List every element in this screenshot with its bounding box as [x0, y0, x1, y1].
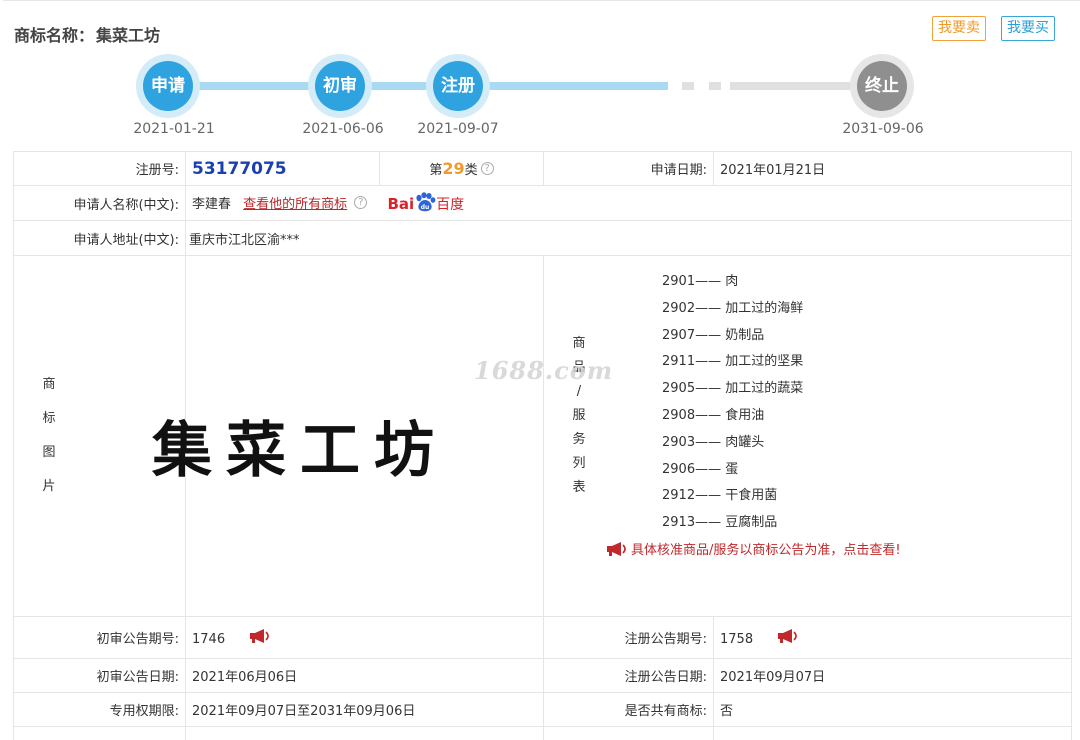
- timeline-node-end: 终止: [850, 54, 914, 118]
- reg-no-cell: 53177075: [185, 151, 380, 186]
- image-label: 商标图片: [42, 377, 56, 494]
- trademark-image: 集菜工坊: [152, 416, 448, 486]
- timeline-node-apply: 申请: [136, 54, 200, 118]
- apply-date-label: 申请日期:: [543, 151, 714, 186]
- table-row: 申请人地址(中文): 重庆市江北区渝***: [13, 220, 1072, 256]
- megaphone-icon[interactable]: [249, 628, 271, 643]
- sell-button[interactable]: 我要卖: [932, 16, 986, 41]
- view-all-trademarks-link[interactable]: 查看他的所有商标: [243, 197, 347, 212]
- prelim-no-cell: 1746: [185, 616, 544, 659]
- timeline-progress-track: [168, 82, 668, 90]
- timeline-date-prelim: 2021-06-06: [302, 121, 384, 137]
- svg-text:du: du: [421, 204, 430, 211]
- term-label: 专用权期限:: [13, 692, 186, 727]
- page-top-border: [3, 0, 1080, 1]
- table-cell: [185, 726, 544, 740]
- table-row: 商标图片 集菜工坊 商品 / 服务列表 2901—— 肉 2902—— 加工过的海鲜…: [13, 255, 1072, 617]
- reg-pub-no-value: 1758: [720, 631, 754, 647]
- timeline-node-register: 注册: [426, 54, 490, 118]
- timeline-date-end: 2031-09-06: [842, 121, 924, 137]
- list-item: 2905—— 加工过的蔬菜: [662, 381, 804, 397]
- table-row: [13, 726, 1072, 740]
- class-number: 29: [442, 159, 465, 178]
- goods-label: 商品 / 服务列表: [572, 336, 586, 495]
- timeline-dash: [682, 82, 694, 90]
- list-item: 2906—— 蛋: [662, 461, 739, 477]
- list-item: 2913—— 豆腐制品: [662, 515, 778, 531]
- list-item: 2901—— 肉: [662, 274, 739, 289]
- baidu-search-link[interactable]: Bai du 百度: [387, 192, 464, 214]
- list-item: 2911—— 加工过的坚果: [662, 354, 804, 370]
- buy-button[interactable]: 我要买: [1001, 16, 1055, 41]
- timeline-dash: [709, 82, 721, 90]
- goods-cell: 商品 / 服务列表 2901—— 肉 2902—— 加工过的海鲜 2907—— 奶制…: [543, 255, 1072, 617]
- reg-no-value: 53177075: [192, 158, 287, 179]
- reg-pub-date-value: 2021年09月07日: [713, 658, 1072, 693]
- table-row: 申请人名称(中文): 李建春 查看他的所有商标 ? Bai du 百度: [13, 185, 1072, 221]
- applicant-label: 申请人名称(中文):: [13, 185, 186, 221]
- term-value: 2021年09月07日至2031年09月06日: [185, 692, 544, 727]
- address-value: 重庆市江北区渝***: [185, 220, 1072, 256]
- baidu-paw-icon: du: [416, 192, 436, 212]
- table-cell: [543, 726, 714, 740]
- goods-list: 2901—— 肉 2902—— 加工过的海鲜 2907—— 奶制品 2911——…: [544, 256, 1071, 537]
- goods-announcement-link[interactable]: 具体核准商品/服务以商标公告为准，点击查看!: [606, 539, 1071, 558]
- timeline-date-register: 2021-09-07: [417, 121, 499, 137]
- applicant-name: 李建春: [192, 197, 232, 212]
- reg-pub-date-label: 注册公告日期:: [543, 658, 714, 693]
- list-item: 2903—— 肉罐头: [662, 434, 765, 450]
- apply-date-value: 2021年01月21日: [713, 151, 1072, 186]
- class-cell: 第29类?: [379, 151, 544, 186]
- trademark-name-label: 商标名称：: [14, 26, 95, 45]
- applicant-cell: 李建春 查看他的所有商标 ? Bai du 百度: [185, 185, 1072, 221]
- megaphone-icon[interactable]: [777, 628, 799, 643]
- trademark-info-table: 注册号: 53177075 第29类? 申请日期: 2021年01月21日 申请…: [13, 151, 1072, 740]
- megaphone-icon: [607, 541, 626, 556]
- help-icon[interactable]: ?: [480, 162, 494, 175]
- table-row: 初审公告日期: 2021年06月06日 注册公告日期: 2021年09月07日: [13, 658, 1072, 693]
- reg-pub-no-cell: 1758: [713, 616, 1072, 659]
- list-item: 2908—— 食用油: [662, 407, 765, 423]
- trademark-name-header: 商标名称： 集菜工坊: [14, 22, 160, 46]
- table-row: 专用权期限: 2021年09月07日至2031年09月06日 是否共有商标: 否: [13, 692, 1072, 727]
- prelim-date-label: 初审公告日期:: [13, 658, 186, 693]
- trademark-name-value: 集菜工坊: [96, 26, 161, 45]
- prelim-no-label: 初审公告期号:: [13, 616, 186, 659]
- timeline-date-apply: 2021-01-21: [133, 121, 215, 137]
- reg-pub-no-label: 注册公告期号:: [543, 616, 714, 659]
- list-item: 2912—— 干食用菌: [662, 488, 778, 504]
- list-item: 2902—— 加工过的海鲜: [662, 300, 804, 316]
- table-cell: [713, 726, 1072, 740]
- timeline-node-prelim: 初审: [308, 54, 372, 118]
- prelim-date-value: 2021年06月06日: [185, 658, 544, 693]
- table-row: 注册号: 53177075 第29类? 申请日期: 2021年01月21日: [13, 151, 1072, 186]
- list-item: 2907—— 奶制品: [662, 327, 765, 343]
- table-row: 初审公告期号: 1746 注册公告期号: 1758: [13, 616, 1072, 659]
- address-label: 申请人地址(中文):: [13, 220, 186, 256]
- table-cell: [13, 726, 186, 740]
- trademark-image-cell: 集菜工坊: [152, 255, 544, 617]
- help-icon[interactable]: ?: [354, 196, 368, 209]
- shared-value: 否: [713, 692, 1072, 727]
- reg-no-label: 注册号:: [13, 151, 186, 186]
- shared-label: 是否共有商标:: [543, 692, 714, 727]
- prelim-no-value: 1746: [192, 631, 226, 647]
